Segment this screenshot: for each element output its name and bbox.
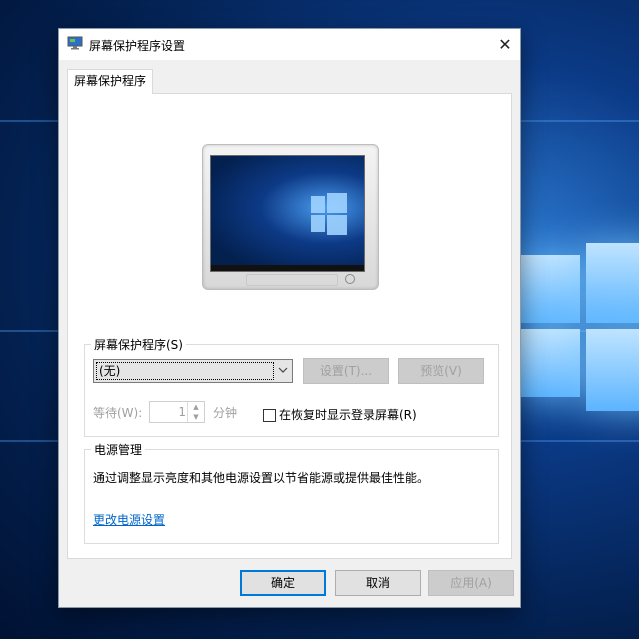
chevron-down-icon[interactable] xyxy=(274,360,292,382)
wait-minutes-stepper[interactable]: 1 ▲ ▼ xyxy=(149,401,205,423)
close-icon: ✕ xyxy=(498,35,512,54)
wait-unit-label: 分钟 xyxy=(213,406,238,420)
screensaver-select[interactable]: (无) xyxy=(93,359,293,383)
stepper-arrows-icon[interactable]: ▲ ▼ xyxy=(187,402,204,422)
power-icon xyxy=(345,274,355,284)
screensaver-select-value: (无) xyxy=(96,362,274,380)
power-management-group: 电源管理 通过调整显示亮度和其他电源设置以节省能源或提供最佳性能。 更改电源设置 xyxy=(84,441,499,544)
monitor-icon xyxy=(67,36,83,50)
apply-button[interactable]: 应用(A) xyxy=(428,570,514,596)
screensaver-settings-dialog: 屏幕保护程序设置 ✕ 屏幕保护程序 屏幕保护程序(S) (无) 设置(T)...… xyxy=(58,28,521,608)
monitor-panel xyxy=(246,274,338,286)
cancel-button[interactable]: 取消 xyxy=(335,570,421,596)
resume-login-label[interactable]: 在恢复时显示登录屏幕(R) xyxy=(279,406,417,423)
preview-screen xyxy=(210,155,365,272)
screensaver-group-label: 屏幕保护程序(S) xyxy=(91,336,186,353)
wait-minutes-value: 1 xyxy=(178,405,186,419)
window-title: 屏幕保护程序设置 xyxy=(89,39,186,53)
change-power-settings-link[interactable]: 更改电源设置 xyxy=(93,511,165,528)
tab-screensaver[interactable]: 屏幕保护程序 xyxy=(67,69,153,94)
power-group-label: 电源管理 xyxy=(91,441,146,458)
monitor-preview xyxy=(202,144,379,290)
power-description: 通过调整显示亮度和其他电源设置以节省能源或提供最佳性能。 xyxy=(93,471,430,485)
windows-logo-icon xyxy=(520,225,639,425)
title-bar: 屏幕保护程序设置 ✕ xyxy=(59,29,520,60)
preview-button[interactable]: 预览(V) xyxy=(398,358,484,384)
preview-windows-logo-icon xyxy=(311,191,347,235)
screensaver-group: 屏幕保护程序(S) (无) 设置(T)... 预览(V) 等待(W): 1 ▲ ▼… xyxy=(84,336,499,437)
preview-taskbar xyxy=(211,265,364,271)
tab-panel: 屏幕保护程序(S) (无) 设置(T)... 预览(V) 等待(W): 1 ▲ ▼… xyxy=(67,93,512,559)
settings-button[interactable]: 设置(T)... xyxy=(303,358,389,384)
resume-login-checkbox[interactable] xyxy=(263,409,276,422)
close-button[interactable]: ✕ xyxy=(490,29,520,60)
ok-button[interactable]: 确定 xyxy=(240,570,326,596)
wait-label: 等待(W): xyxy=(93,406,143,420)
